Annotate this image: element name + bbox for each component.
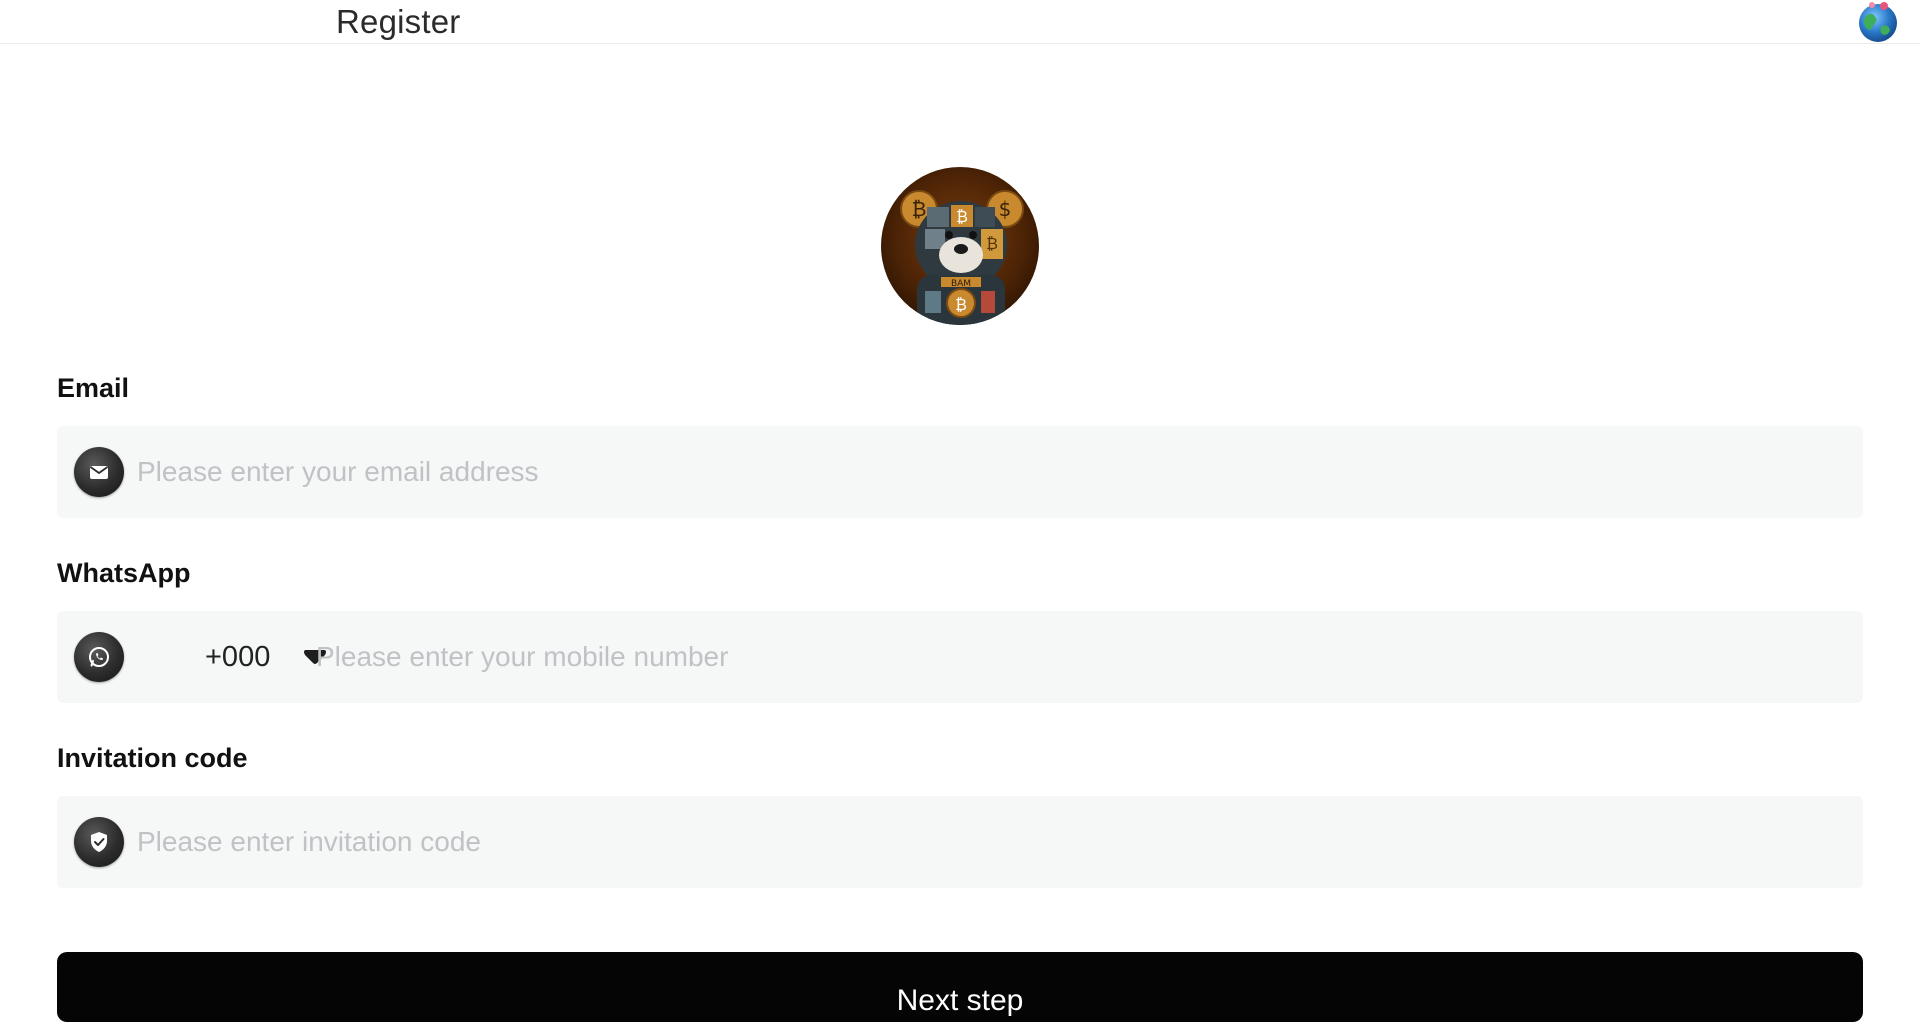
country-code-value: +000 [205,640,271,673]
next-step-button[interactable]: Next step [57,952,1863,1022]
whatsapp-label: WhatsApp [57,558,191,588]
whatsapp-field-container: +000 [57,611,1863,703]
globe-icon[interactable] [1856,0,1900,44]
invitation-code-input[interactable] [135,796,1835,888]
svg-text:₿: ₿ [986,234,998,253]
brand-logo: ₿ $ ₿ ₿ BAM ₿ [881,167,1039,325]
email-field-container [57,426,1863,518]
whatsapp-icon [74,632,124,682]
svg-text:$: $ [999,197,1012,221]
mobile-number-input[interactable] [314,611,1834,703]
svg-text:BAM: BAM [951,279,971,289]
top-bar: Register [0,0,1920,44]
email-label: Email [57,373,130,403]
email-input[interactable] [135,426,1835,518]
shield-check-icon [74,817,124,867]
svg-text:₿: ₿ [912,197,927,221]
invitation-field-container [57,796,1863,888]
country-code-selector[interactable]: +000 [147,611,326,703]
invitation-code-label: Invitation code [57,743,248,773]
page-title: Register [336,3,461,40]
envelope-icon [74,447,124,497]
svg-text:₿: ₿ [956,207,968,226]
svg-text:₿: ₿ [955,295,967,314]
